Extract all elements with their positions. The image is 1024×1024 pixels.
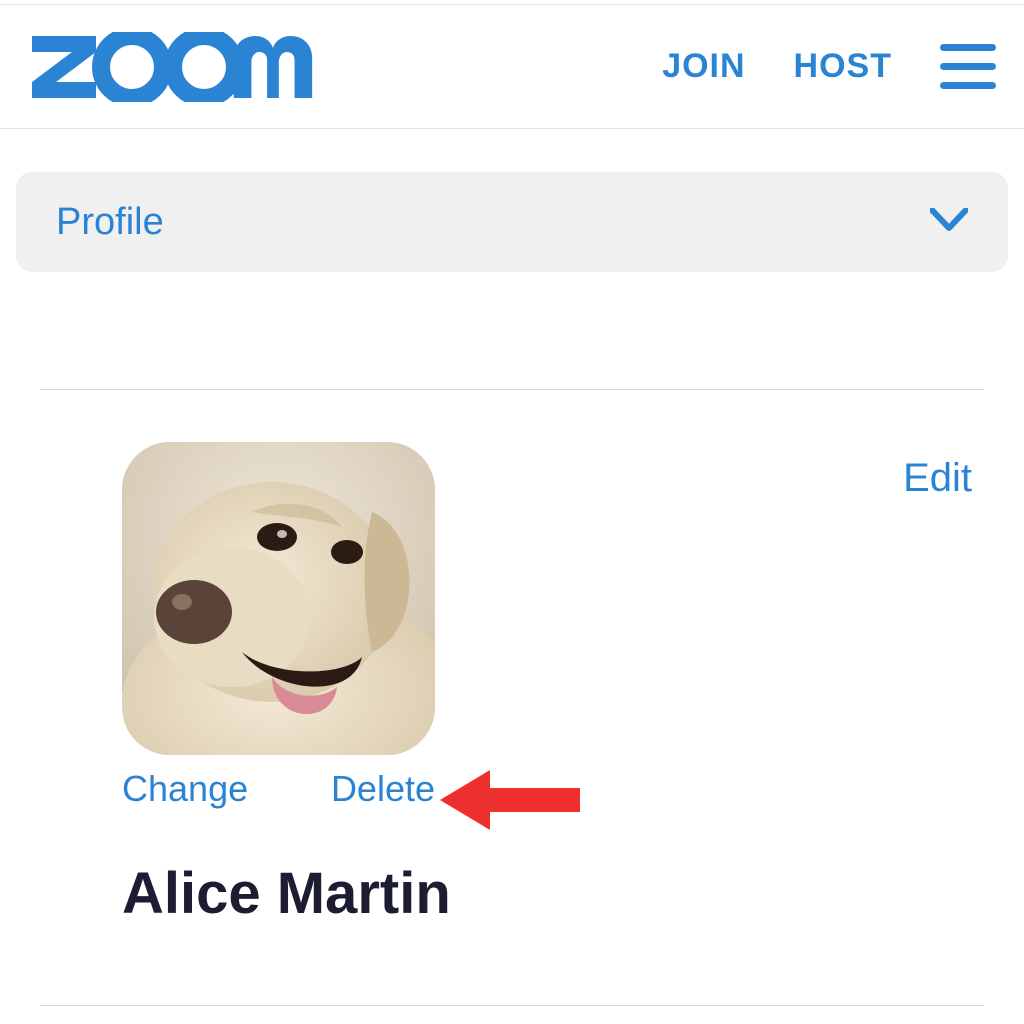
host-link[interactable]: HOST [794, 47, 892, 86]
app-header: JOIN HOST [0, 5, 1024, 129]
chevron-down-icon [930, 208, 968, 237]
delete-photo-link[interactable]: Delete [331, 768, 435, 810]
profile-display-name: Alice Martin [122, 860, 451, 927]
change-photo-link[interactable]: Change [122, 768, 248, 810]
annotation-arrow-icon [440, 760, 580, 845]
edit-profile-link[interactable]: Edit [903, 456, 972, 501]
header-nav: JOIN HOST [662, 40, 996, 93]
dropdown-label: Profile [56, 201, 164, 244]
photo-actions: Change Delete [122, 768, 435, 810]
profile-section-dropdown[interactable]: Profile [16, 172, 1008, 272]
zoom-logo[interactable] [28, 32, 318, 102]
section-divider [40, 389, 984, 390]
menu-icon[interactable] [940, 40, 996, 93]
join-link[interactable]: JOIN [662, 47, 745, 86]
bottom-divider [40, 1005, 984, 1006]
profile-photo[interactable] [122, 442, 435, 755]
